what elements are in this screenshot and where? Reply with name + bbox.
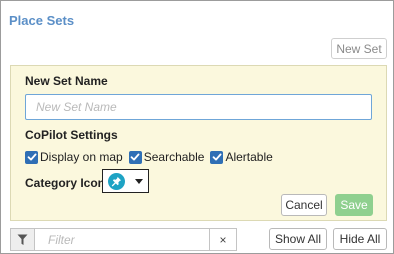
new-set-name-label: New Set Name xyxy=(25,74,108,88)
check-icon xyxy=(130,153,140,161)
show-all-button[interactable]: Show All xyxy=(269,228,327,250)
searchable-option[interactable]: Searchable xyxy=(128,150,205,164)
filter-input[interactable] xyxy=(36,229,208,250)
searchable-checkbox[interactable] xyxy=(128,150,142,164)
save-button[interactable]: Save xyxy=(335,194,373,216)
display-on-map-checkbox[interactable] xyxy=(25,150,38,164)
cancel-button[interactable]: Cancel xyxy=(281,194,327,216)
category-icon-dropdown[interactable] xyxy=(102,169,149,193)
chevron-down-icon xyxy=(135,178,143,184)
funnel-icon xyxy=(11,229,35,250)
new-set-button[interactable]: New Set xyxy=(331,38,387,59)
alertable-checkbox[interactable] xyxy=(210,150,224,164)
hide-all-button[interactable]: Hide All xyxy=(333,228,387,250)
category-icon-label: Category Icon xyxy=(25,176,106,190)
new-set-name-input[interactable] xyxy=(25,94,372,120)
check-icon xyxy=(212,153,222,161)
copilot-settings-label: CoPilot Settings xyxy=(25,128,118,142)
place-sets-panel: Place Sets New Set New Set Name CoPilot … xyxy=(0,0,394,254)
check-icon xyxy=(27,153,36,161)
copilot-checkbox-row: Display on map Searchable Alertable xyxy=(25,150,279,164)
filter-bar: × xyxy=(10,228,237,251)
alertable-option[interactable]: Alertable xyxy=(210,150,273,164)
alertable-label: Alertable xyxy=(225,150,273,164)
panel-title: Place Sets xyxy=(9,13,75,28)
pin-icon xyxy=(108,172,125,190)
display-on-map-label: Display on map xyxy=(40,150,123,164)
new-set-form: New Set Name CoPilot Settings Display on… xyxy=(10,65,387,221)
clear-filter-button[interactable]: × xyxy=(209,229,236,250)
searchable-label: Searchable xyxy=(143,150,205,164)
display-on-map-option[interactable]: Display on map xyxy=(25,150,123,164)
